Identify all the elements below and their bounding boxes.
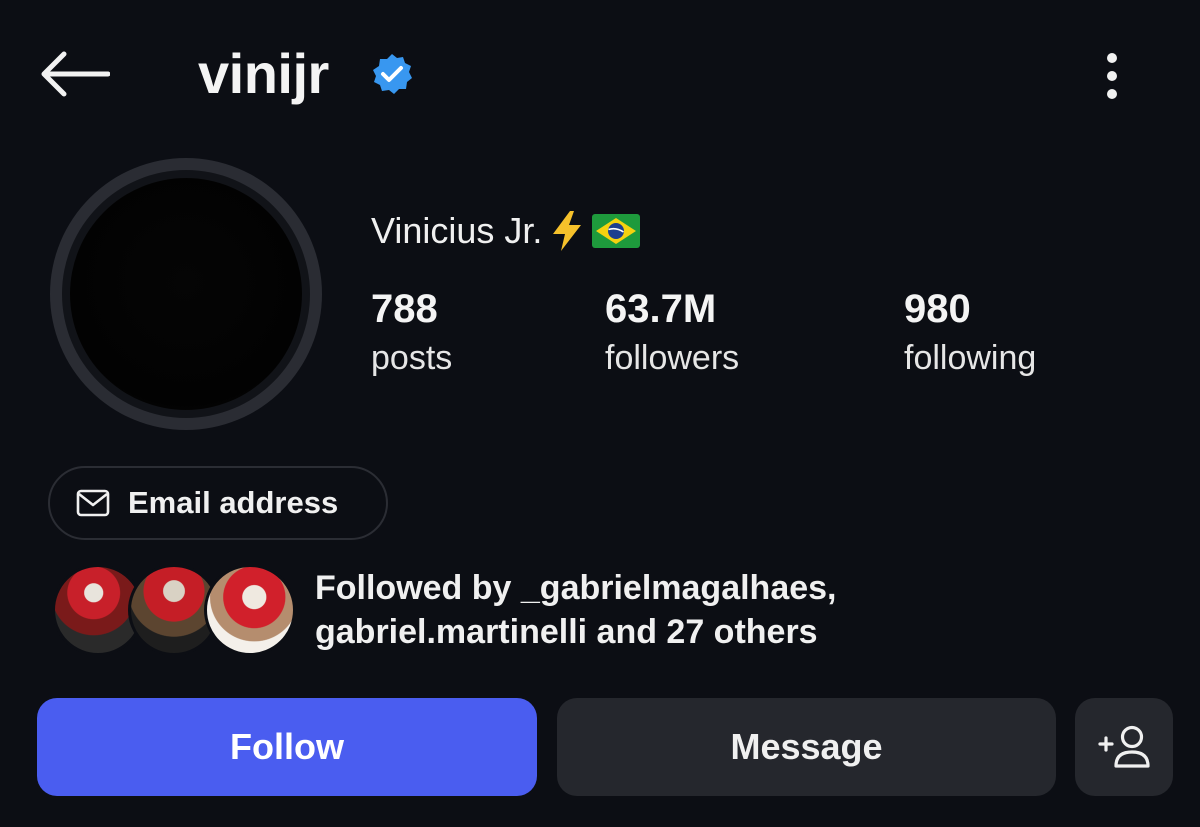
message-button[interactable]: Message bbox=[557, 698, 1056, 796]
profile-avatar[interactable] bbox=[70, 178, 302, 410]
mutual-followers-avatars[interactable] bbox=[52, 564, 296, 660]
arrow-left-icon bbox=[41, 51, 110, 97]
brazil-flag-emoji bbox=[592, 214, 641, 248]
posts-count: 788 bbox=[371, 287, 438, 331]
followed-by-text[interactable]: Followed by _gabrielmagalhaes, gabriel.m… bbox=[315, 566, 1135, 654]
followers-label: followers bbox=[605, 339, 740, 377]
display-name-row: Vinicius Jr. bbox=[371, 208, 641, 254]
profile-screen: vinijr Vinicius Jr. 788 posts 63.7M foll… bbox=[0, 0, 1200, 827]
followed-by-line-1: Followed by _gabrielmagalhaes, bbox=[315, 569, 837, 607]
posts-stat[interactable]: 788 posts bbox=[371, 284, 452, 382]
lightning-emoji bbox=[550, 210, 584, 252]
mutual-avatar bbox=[204, 564, 296, 656]
posts-label: posts bbox=[371, 339, 453, 377]
suggested-accounts-button[interactable] bbox=[1075, 698, 1173, 796]
display-name: Vinicius Jr. bbox=[371, 210, 543, 251]
following-label: following bbox=[904, 339, 1037, 377]
email-address-label: Email address bbox=[128, 485, 339, 520]
back-button[interactable] bbox=[34, 42, 114, 106]
followed-by-line-2: gabriel.martinelli and 27 others bbox=[315, 613, 818, 651]
email-address-button[interactable]: Email address bbox=[48, 466, 388, 540]
verified-badge-icon bbox=[373, 54, 412, 94]
more-vertical-icon bbox=[1107, 53, 1117, 99]
following-stat[interactable]: 980 following bbox=[904, 284, 1036, 382]
profile-username: vinijr bbox=[198, 42, 329, 105]
add-person-icon bbox=[1098, 725, 1150, 768]
following-count: 980 bbox=[904, 287, 971, 331]
more-options-button[interactable] bbox=[1088, 44, 1136, 108]
followers-stat[interactable]: 63.7M followers bbox=[605, 284, 739, 382]
follow-button[interactable]: Follow bbox=[37, 698, 537, 796]
envelope-icon bbox=[76, 489, 110, 517]
followers-count: 63.7M bbox=[605, 287, 717, 331]
